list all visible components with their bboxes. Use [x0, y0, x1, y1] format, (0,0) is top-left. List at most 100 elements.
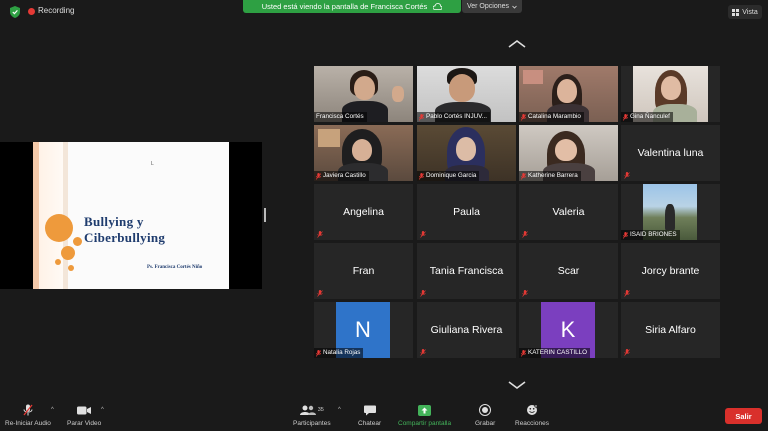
view-button[interactable]: Vista [728, 5, 762, 19]
participant-tile[interactable]: Scar [519, 243, 618, 299]
grid-icon [732, 8, 740, 16]
slide-title-line: Bullying y [84, 214, 144, 229]
participants-label: Participantes [293, 420, 331, 427]
view-options-label: Ver Opciones [466, 3, 510, 10]
mic-muted-icon [420, 231, 426, 238]
video-button[interactable]: Parar Video [67, 404, 101, 427]
record-button[interactable]: Grabar [475, 404, 495, 427]
participant-tile[interactable]: Giuliana Rivera [417, 302, 516, 358]
participant-tile[interactable]: Valeria [519, 184, 618, 240]
share-screen-icon [418, 404, 432, 416]
participants-count: 35 [317, 407, 324, 413]
participant-tile[interactable]: N Natalia Rojas [314, 302, 413, 358]
participant-tile[interactable]: Javiera Castillo [314, 125, 413, 181]
participant-name: Giuliana Rivera [430, 324, 503, 336]
chevron-up-icon [508, 40, 526, 48]
gallery-prev-button[interactable] [507, 39, 527, 49]
participant-tile[interactable]: Dominique Garcia [417, 125, 516, 181]
top-bar: Recording Usted está viendo la pantalla … [0, 0, 768, 24]
participant-tile[interactable]: Fran [314, 243, 413, 299]
participant-name-tag: Gina Ñanculef [621, 112, 673, 122]
record-dot-icon [28, 8, 35, 15]
participant-name-tag: KATERIN CASTILLO [519, 348, 591, 358]
participant-tile[interactable]: ISAID BRIONES [621, 184, 720, 240]
participant-name-tag: ISAID BRIONES [621, 230, 680, 240]
participant-tile[interactable]: Katherine Barrera [519, 125, 618, 181]
slide-title-line: Ciberbullying [84, 230, 166, 245]
participant-name-tag: Catalina Marambio [519, 112, 584, 122]
mic-muted-icon [522, 231, 528, 238]
participant-tile[interactable]: Francisca Cortés [314, 66, 413, 122]
shared-screen[interactable]: L Bullying y Ciberbullying Ps. Francisca… [0, 142, 262, 289]
mic-muted-icon [521, 113, 526, 121]
participant-tile[interactable]: Siria Alfaro [621, 302, 720, 358]
record-label: Grabar [475, 420, 496, 427]
participants-icon: 35 [297, 404, 327, 416]
split-divider-handle[interactable] [264, 208, 266, 222]
participant-tile[interactable]: Valentina luna [621, 125, 720, 181]
mic-muted-icon [419, 172, 424, 180]
mic-muted-icon [316, 172, 321, 180]
participant-name-tag: Katherine Barrera [519, 171, 581, 181]
slide-decoration-dot [68, 265, 74, 271]
chat-button[interactable]: Chatear [358, 404, 381, 427]
participant-name: Jorcy brante [641, 265, 700, 277]
slide-decoration-dot [45, 214, 73, 242]
mic-muted-icon [521, 349, 526, 357]
share-screen-label: Compartir pantalla [398, 420, 452, 427]
chat-icon [363, 404, 377, 416]
participant-tile[interactable]: Paula [417, 184, 516, 240]
mic-muted-icon [623, 231, 628, 239]
record-icon [478, 404, 492, 416]
mic-muted-icon [624, 172, 630, 179]
mic-muted-icon [624, 349, 630, 356]
audio-button[interactable]: Re-Iniciar Audio [5, 404, 51, 427]
participant-name: Tania Francisca [429, 265, 504, 277]
slide-decoration-dot [61, 246, 75, 260]
leave-button[interactable]: Salir [725, 408, 762, 424]
participant-tile[interactable]: K KATERIN CASTILLO [519, 302, 618, 358]
participant-tile[interactable]: Tania Francisca [417, 243, 516, 299]
mic-muted-icon [317, 290, 323, 297]
audio-options-caret[interactable]: ^ [51, 407, 54, 413]
participant-name: Paula [453, 206, 480, 218]
gallery-next-button[interactable] [507, 380, 527, 390]
mic-muted-icon [420, 290, 426, 297]
mic-muted-icon [316, 349, 321, 357]
chat-label: Chatear [358, 420, 382, 427]
mic-muted-icon [624, 290, 630, 297]
slide-cursor-mark: L [151, 161, 154, 167]
share-banner-text: Usted está viendo la pantalla de Francis… [261, 2, 428, 11]
recording-label: Recording [38, 6, 75, 15]
shield-icon[interactable] [10, 6, 20, 18]
participant-name-tag: Natalia Rojas [314, 348, 364, 358]
view-options-button[interactable]: Ver Opciones [462, 0, 522, 13]
view-label: Vista [742, 8, 758, 16]
slide-decoration-dot [73, 237, 82, 246]
reactions-button[interactable]: Reacciones [515, 404, 549, 427]
participant-tile[interactable]: Jorcy brante [621, 243, 720, 299]
audio-label: Re-Iniciar Audio [5, 420, 51, 427]
mic-muted-icon [623, 113, 628, 121]
participants-options-caret[interactable]: ^ [338, 407, 341, 413]
participant-name-tag: Pablo Cortés INJUV... [417, 112, 491, 122]
share-screen-button[interactable]: Compartir pantalla [398, 404, 451, 427]
mic-muted-icon [420, 349, 426, 356]
participant-name: Siria Alfaro [645, 324, 696, 336]
meeting-toolbar: Re-Iniciar Audio ^ Parar Video ^ 35 Part… [0, 400, 768, 431]
participant-name-tag: Dominique Garcia [417, 171, 480, 181]
video-label: Parar Video [67, 420, 102, 427]
participant-tile[interactable]: Catalina Marambio [519, 66, 618, 122]
mic-muted-icon [522, 290, 528, 297]
slide-decoration-dot [55, 259, 61, 265]
mic-muted-icon [521, 172, 526, 180]
participant-tile[interactable]: Gina Ñanculef [621, 66, 720, 122]
mic-muted-icon [21, 404, 35, 416]
video-options-caret[interactable]: ^ [101, 407, 104, 413]
slide-author: Ps. Francisca Cortés Niño [147, 265, 203, 270]
participants-button[interactable]: 35 Participantes [293, 404, 331, 427]
mic-muted-icon [317, 231, 323, 238]
slide-title: Bullying y Ciberbullying [84, 214, 165, 246]
participant-tile[interactable]: Pablo Cortés INJUV... [417, 66, 516, 122]
participant-tile[interactable]: Angelina [314, 184, 413, 240]
